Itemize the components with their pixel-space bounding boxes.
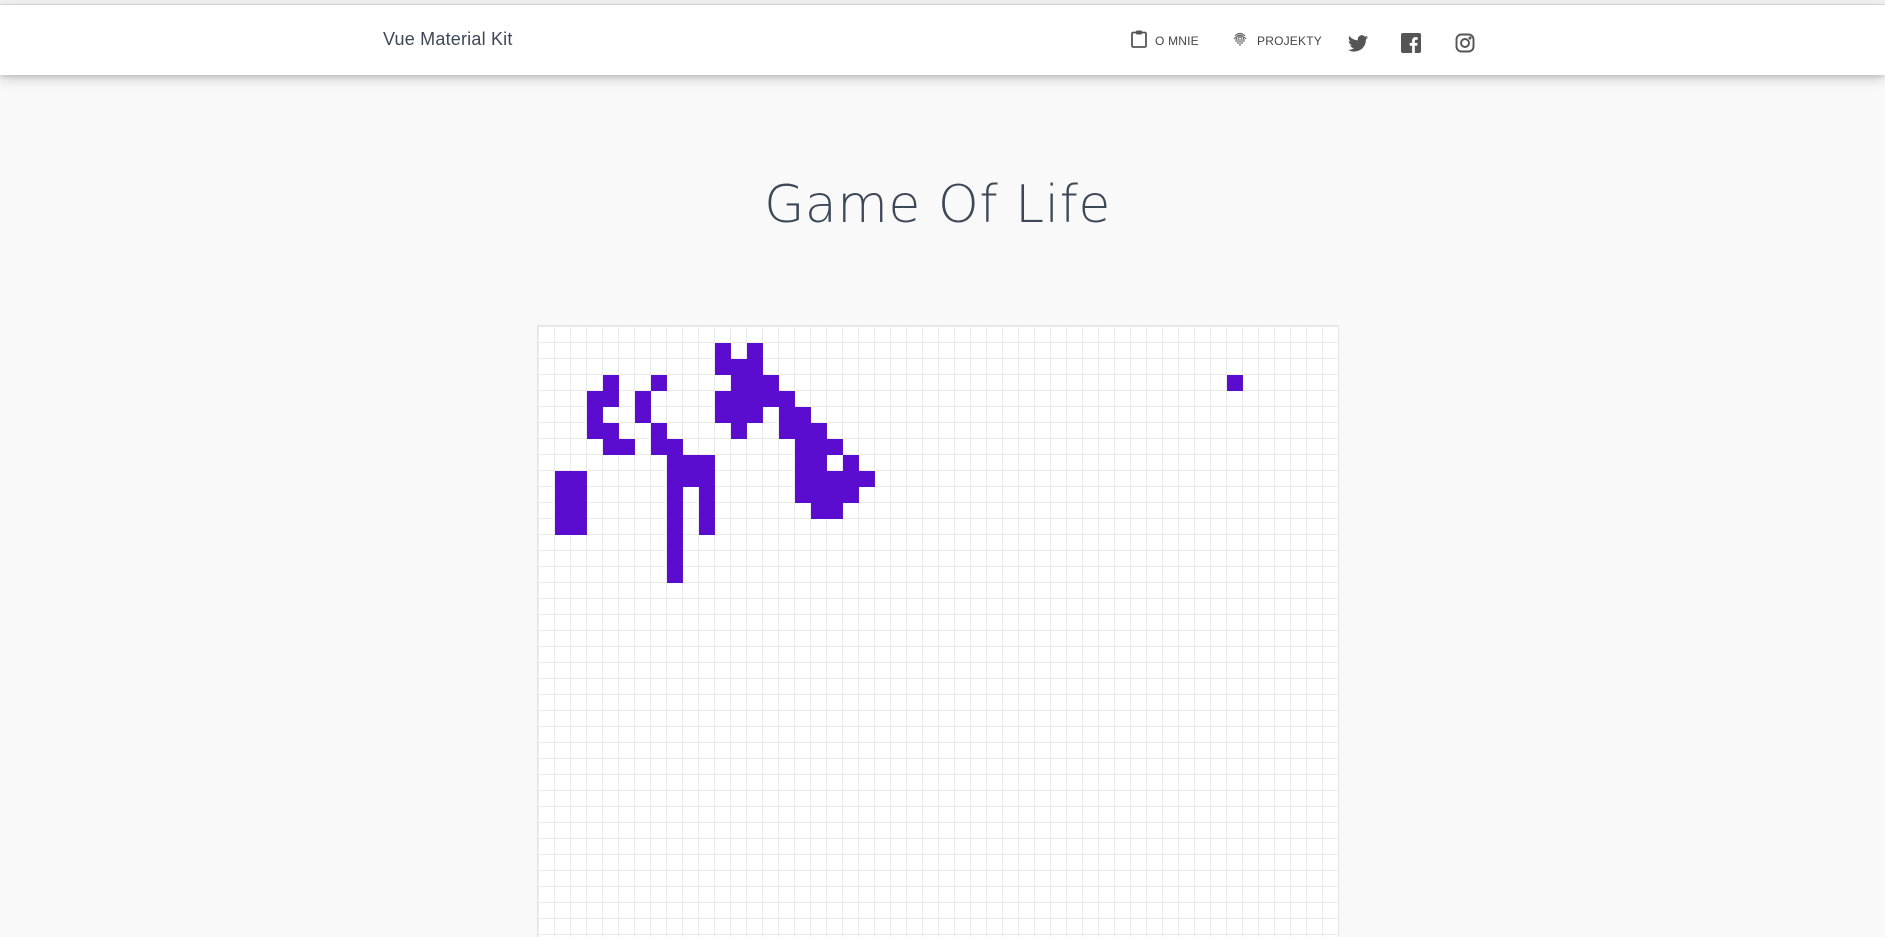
live-cell[interactable] (795, 407, 811, 423)
live-cell[interactable] (619, 439, 635, 455)
live-cell[interactable] (667, 567, 683, 583)
live-cell[interactable] (843, 455, 859, 471)
live-cell[interactable] (747, 343, 763, 359)
live-cell[interactable] (859, 471, 875, 487)
live-cell[interactable] (699, 519, 715, 535)
live-cell[interactable] (731, 407, 747, 423)
live-cell[interactable] (1227, 375, 1243, 391)
live-cell[interactable] (827, 439, 843, 455)
nav-item-about-label: O MNIE (1155, 34, 1199, 48)
live-cell[interactable] (731, 375, 747, 391)
live-cell[interactable] (747, 359, 763, 375)
live-cell[interactable] (667, 471, 683, 487)
live-cell[interactable] (571, 471, 587, 487)
live-cell[interactable] (779, 407, 795, 423)
live-cell[interactable] (795, 471, 811, 487)
live-cell[interactable] (555, 471, 571, 487)
facebook-icon[interactable] (1401, 33, 1423, 55)
fingerprint-icon (1231, 30, 1249, 53)
live-cell[interactable] (811, 455, 827, 471)
instagram-icon[interactable] (1455, 33, 1477, 55)
live-cell[interactable] (587, 407, 603, 423)
live-cell[interactable] (795, 439, 811, 455)
live-cell[interactable] (667, 487, 683, 503)
live-cell[interactable] (651, 423, 667, 439)
live-cell[interactable] (763, 375, 779, 391)
live-cell[interactable] (587, 391, 603, 407)
live-cell[interactable] (651, 439, 667, 455)
live-cell[interactable] (731, 423, 747, 439)
live-cell[interactable] (571, 519, 587, 535)
live-cell[interactable] (811, 487, 827, 503)
live-cell[interactable] (779, 423, 795, 439)
nav-item-projects[interactable]: PROJEKTY (1231, 29, 1322, 53)
live-cell[interactable] (603, 375, 619, 391)
live-cell[interactable] (827, 503, 843, 519)
live-cell[interactable] (699, 471, 715, 487)
game-grid (538, 326, 1338, 937)
live-cell[interactable] (747, 375, 763, 391)
live-cell[interactable] (555, 503, 571, 519)
live-cell[interactable] (811, 471, 827, 487)
live-cell[interactable] (843, 487, 859, 503)
live-cell[interactable] (731, 359, 747, 375)
live-cell[interactable] (683, 471, 699, 487)
live-cell[interactable] (667, 535, 683, 551)
live-cell[interactable] (667, 519, 683, 535)
live-cell[interactable] (603, 391, 619, 407)
live-cell[interactable] (827, 471, 843, 487)
live-cell[interactable] (715, 359, 731, 375)
live-cell[interactable] (731, 391, 747, 407)
live-cell[interactable] (699, 503, 715, 519)
live-cell[interactable] (843, 471, 859, 487)
brand-title[interactable]: Vue Material Kit (383, 29, 513, 50)
live-cell[interactable] (603, 423, 619, 439)
live-cell[interactable] (699, 487, 715, 503)
live-cell[interactable] (779, 391, 795, 407)
live-cell[interactable] (587, 423, 603, 439)
live-cell[interactable] (795, 487, 811, 503)
live-cell[interactable] (747, 407, 763, 423)
live-cell[interactable] (715, 391, 731, 407)
live-cell[interactable] (699, 455, 715, 471)
live-cell[interactable] (651, 375, 667, 391)
live-cell[interactable] (763, 391, 779, 407)
live-cell[interactable] (667, 455, 683, 471)
nav-item-about[interactable]: O MNIE (1131, 29, 1199, 53)
live-cell[interactable] (827, 487, 843, 503)
live-cell[interactable] (667, 551, 683, 567)
live-cell[interactable] (635, 407, 651, 423)
live-cell[interactable] (795, 423, 811, 439)
live-cell[interactable] (571, 503, 587, 519)
live-cell[interactable] (603, 439, 619, 455)
page-title: Game Of Life (764, 174, 1111, 235)
live-cell[interactable] (555, 519, 571, 535)
live-cell[interactable] (715, 343, 731, 359)
live-cell[interactable] (555, 487, 571, 503)
live-cell[interactable] (811, 503, 827, 519)
live-cell[interactable] (795, 455, 811, 471)
twitter-icon[interactable] (1347, 33, 1369, 55)
live-cell[interactable] (811, 439, 827, 455)
navbar: Vue Material Kit O MNIE PROJEKTY (0, 5, 1885, 75)
game-board[interactable] (537, 325, 1339, 937)
live-cell[interactable] (747, 391, 763, 407)
live-cell[interactable] (811, 423, 827, 439)
live-cell[interactable] (683, 455, 699, 471)
live-cell[interactable] (571, 487, 587, 503)
live-cell[interactable] (715, 407, 731, 423)
live-cell[interactable] (667, 503, 683, 519)
clipboard-icon (1131, 30, 1147, 53)
live-cell[interactable] (635, 391, 651, 407)
nav-item-projects-label: PROJEKTY (1257, 34, 1322, 48)
live-cell[interactable] (667, 439, 683, 455)
